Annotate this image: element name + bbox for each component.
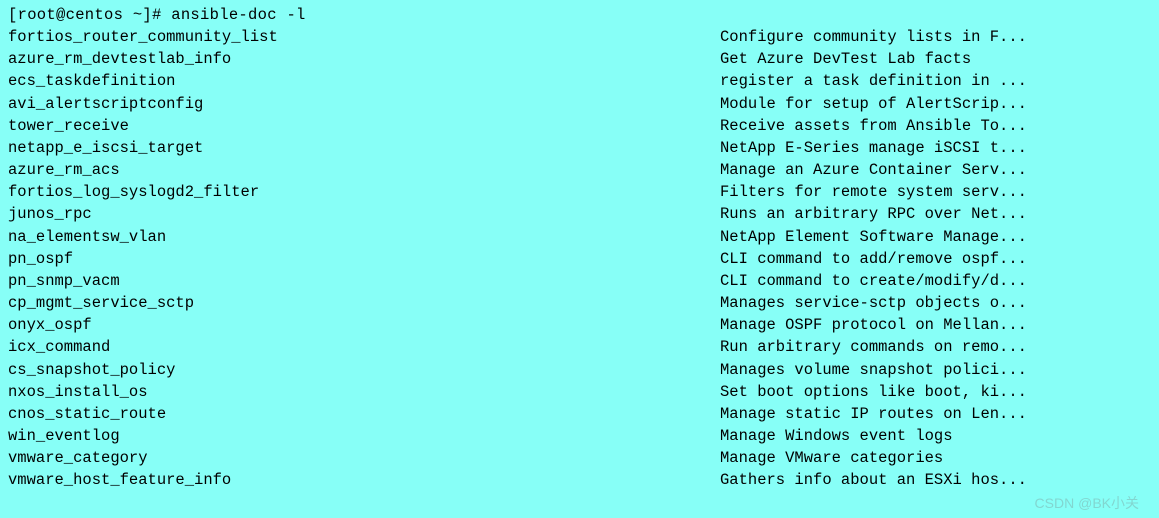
- module-name: azure_rm_acs: [8, 159, 720, 181]
- module-row: icx_commandRun arbitrary commands on rem…: [8, 336, 1151, 358]
- module-name: na_elementsw_vlan: [8, 226, 720, 248]
- module-description: Set boot options like boot, ki...: [720, 381, 1151, 403]
- module-name: vmware_host_feature_info: [8, 469, 720, 491]
- module-name: netapp_e_iscsi_target: [8, 137, 720, 159]
- module-row: pn_ospfCLI command to add/remove ospf...: [8, 248, 1151, 270]
- module-row: tower_receiveReceive assets from Ansible…: [8, 115, 1151, 137]
- module-row: azure_rm_acsManage an Azure Container Se…: [8, 159, 1151, 181]
- module-description: Gathers info about an ESXi hos...: [720, 469, 1151, 491]
- module-name: tower_receive: [8, 115, 720, 137]
- module-name: azure_rm_devtestlab_info: [8, 48, 720, 70]
- module-description: Manage VMware categories: [720, 447, 1151, 469]
- module-description: NetApp E-Series manage iSCSI t...: [720, 137, 1151, 159]
- module-row: cp_mgmt_service_sctpManages service-sctp…: [8, 292, 1151, 314]
- module-row: fortios_router_community_listConfigure c…: [8, 26, 1151, 48]
- module-description: Manage static IP routes on Len...: [720, 403, 1151, 425]
- module-row: azure_rm_devtestlab_infoGet Azure DevTes…: [8, 48, 1151, 70]
- module-description: Module for setup of AlertScrip...: [720, 93, 1151, 115]
- module-name: icx_command: [8, 336, 720, 358]
- module-row: ecs_taskdefinitionregister a task defini…: [8, 70, 1151, 92]
- module-row: avi_alertscriptconfigModule for setup of…: [8, 93, 1151, 115]
- module-description: Manage Windows event logs: [720, 425, 1151, 447]
- module-description: Runs an arbitrary RPC over Net...: [720, 203, 1151, 225]
- module-name: cp_mgmt_service_sctp: [8, 292, 720, 314]
- module-name: vmware_category: [8, 447, 720, 469]
- module-row: vmware_host_feature_infoGathers info abo…: [8, 469, 1151, 491]
- module-row: nxos_install_osSet boot options like boo…: [8, 381, 1151, 403]
- module-name: ecs_taskdefinition: [8, 70, 720, 92]
- module-name: fortios_log_syslogd2_filter: [8, 181, 720, 203]
- module-description: CLI command to create/modify/d...: [720, 270, 1151, 292]
- module-name: cnos_static_route: [8, 403, 720, 425]
- module-name: nxos_install_os: [8, 381, 720, 403]
- module-name: avi_alertscriptconfig: [8, 93, 720, 115]
- prompt-line: [root@centos ~]# ansible-doc -l: [8, 4, 1151, 26]
- module-description: Get Azure DevTest Lab facts: [720, 48, 1151, 70]
- module-description: Filters for remote system serv...: [720, 181, 1151, 203]
- module-name: cs_snapshot_policy: [8, 359, 720, 381]
- module-description: Configure community lists in F...: [720, 26, 1151, 48]
- module-row: vmware_categoryManage VMware categories: [8, 447, 1151, 469]
- module-row: win_eventlogManage Windows event logs: [8, 425, 1151, 447]
- module-row: netapp_e_iscsi_targetNetApp E-Series man…: [8, 137, 1151, 159]
- module-description: Manages service-sctp objects o...: [720, 292, 1151, 314]
- module-row: pn_snmp_vacmCLI command to create/modify…: [8, 270, 1151, 292]
- module-description: CLI command to add/remove ospf...: [720, 248, 1151, 270]
- module-row: fortios_log_syslogd2_filterFilters for r…: [8, 181, 1151, 203]
- module-row: cs_snapshot_policyManages volume snapsho…: [8, 359, 1151, 381]
- module-list: fortios_router_community_listConfigure c…: [8, 26, 1151, 491]
- module-description: Run arbitrary commands on remo...: [720, 336, 1151, 358]
- module-name: onyx_ospf: [8, 314, 720, 336]
- module-description: Manages volume snapshot polici...: [720, 359, 1151, 381]
- module-name: pn_ospf: [8, 248, 720, 270]
- module-name: fortios_router_community_list: [8, 26, 720, 48]
- module-row: junos_rpcRuns an arbitrary RPC over Net.…: [8, 203, 1151, 225]
- module-name: junos_rpc: [8, 203, 720, 225]
- module-name: win_eventlog: [8, 425, 720, 447]
- module-description: Manage an Azure Container Serv...: [720, 159, 1151, 181]
- module-row: na_elementsw_vlanNetApp Element Software…: [8, 226, 1151, 248]
- module-name: pn_snmp_vacm: [8, 270, 720, 292]
- module-description: register a task definition in ...: [720, 70, 1151, 92]
- module-description: Receive assets from Ansible To...: [720, 115, 1151, 137]
- watermark: CSDN @BK小关: [1035, 493, 1139, 513]
- module-description: Manage OSPF protocol on Mellan...: [720, 314, 1151, 336]
- module-row: onyx_ospfManage OSPF protocol on Mellan.…: [8, 314, 1151, 336]
- module-row: cnos_static_routeManage static IP routes…: [8, 403, 1151, 425]
- module-description: NetApp Element Software Manage...: [720, 226, 1151, 248]
